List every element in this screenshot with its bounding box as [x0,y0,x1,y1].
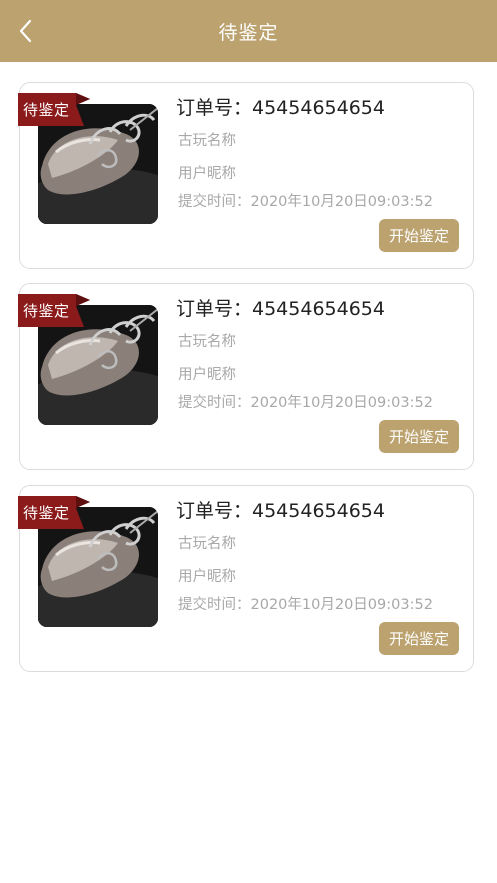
status-badge: 待鉴定 [18,294,92,327]
status-badge: 待鉴定 [18,93,92,126]
order-number: 订单号：45454654654 [176,298,385,320]
order-card: 待鉴定 订单号：45454654654 古玩名称 用户昵称 提交时间：2020年… [18,82,474,269]
start-appraisal-button[interactable]: 开始鉴定 [379,420,459,453]
start-appraisal-button[interactable]: 开始鉴定 [379,622,459,655]
status-badge-label: 待鉴定 [23,504,70,522]
user-nickname: 用户昵称 [178,166,236,182]
antique-name: 古玩名称 [178,133,236,149]
status-badge-label: 待鉴定 [23,101,70,119]
user-nickname: 用户昵称 [178,569,236,585]
start-appraisal-button[interactable]: 开始鉴定 [379,219,459,252]
order-number: 订单号：45454654654 [176,500,385,522]
submit-time: 提交时间：2020年10月20日09:03:52 [178,597,433,613]
order-card: 待鉴定 订单号：45454654654 古玩名称 用户昵称 提交时间：2020年… [18,485,474,672]
submit-time: 提交时间：2020年10月20日09:03:52 [178,194,433,210]
page-title: 待鉴定 [218,21,279,44]
chevron-left-icon [19,19,32,43]
antique-name: 古玩名称 [178,536,236,552]
back-button[interactable] [12,17,40,45]
antique-name: 古玩名称 [178,334,236,350]
submit-time: 提交时间：2020年10月20日09:03:52 [178,395,433,411]
nav-bar: 待鉴定 [0,0,497,62]
order-number: 订单号：45454654654 [176,97,385,119]
status-badge-label: 待鉴定 [23,302,70,320]
status-badge: 待鉴定 [18,496,92,529]
order-card: 待鉴定 订单号：45454654654 古玩名称 用户昵称 提交时间：2020年… [18,283,474,470]
user-nickname: 用户昵称 [178,367,236,383]
